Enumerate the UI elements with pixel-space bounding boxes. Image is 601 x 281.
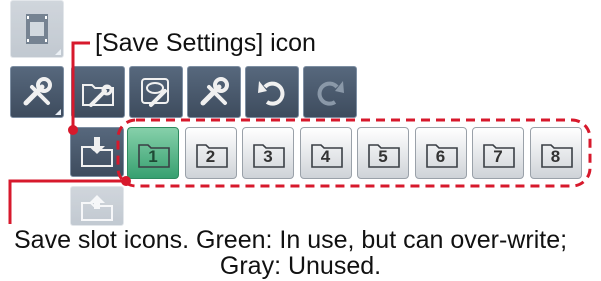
undo-icon: [258, 81, 285, 106]
save-slot-6[interactable]: 6: [414, 127, 467, 179]
save-settings-callout: [Save Settings] icon: [95, 29, 316, 57]
undo-button[interactable]: [245, 66, 299, 118]
save-settings-icon: [81, 137, 113, 167]
save-slot-callout-line1: Save slot icons. Green: In use, but can …: [14, 226, 568, 254]
save-settings-button[interactable]: [70, 127, 124, 177]
folder-tools-icon: [82, 84, 114, 107]
save-slot-number: 6: [435, 147, 446, 166]
save-slot-7[interactable]: 7: [472, 127, 524, 179]
load-settings-icon: [81, 195, 113, 221]
load-settings-button[interactable]: [70, 186, 124, 226]
folder-tools-button[interactable]: [71, 66, 125, 118]
save-slot-8[interactable]: 8: [529, 127, 582, 179]
tools-icon: [200, 77, 229, 106]
film-strip-button[interactable]: [10, 0, 64, 58]
tools-button-2[interactable]: [187, 66, 241, 118]
redo-button[interactable]: [303, 66, 357, 118]
tools-icon: [23, 77, 52, 106]
save-slot-number: 4: [320, 147, 331, 166]
save-slot-4[interactable]: 4: [299, 127, 352, 179]
save-slot-3[interactable]: 3: [242, 127, 294, 179]
tools-button[interactable]: [10, 66, 64, 118]
save-slot-number: 7: [493, 147, 503, 166]
save-slot-5[interactable]: 5: [357, 127, 409, 179]
disk-tools-icon: [141, 78, 169, 107]
save-slot-number: 3: [263, 147, 273, 166]
save-slot-number: 2: [205, 147, 216, 166]
save-slot-2[interactable]: 2: [184, 127, 237, 179]
disk-tools-button[interactable]: [129, 66, 183, 118]
redo-icon: [317, 81, 344, 106]
film-strip-icon: [26, 14, 48, 44]
save-slot-number: 8: [550, 147, 561, 166]
save-slot-callout-line2: Gray: Unused.: [219, 252, 382, 280]
save-slot-1[interactable]: 1: [127, 127, 179, 179]
save-slot-number: 1: [148, 147, 158, 166]
save-slot-number: 5: [378, 147, 388, 166]
